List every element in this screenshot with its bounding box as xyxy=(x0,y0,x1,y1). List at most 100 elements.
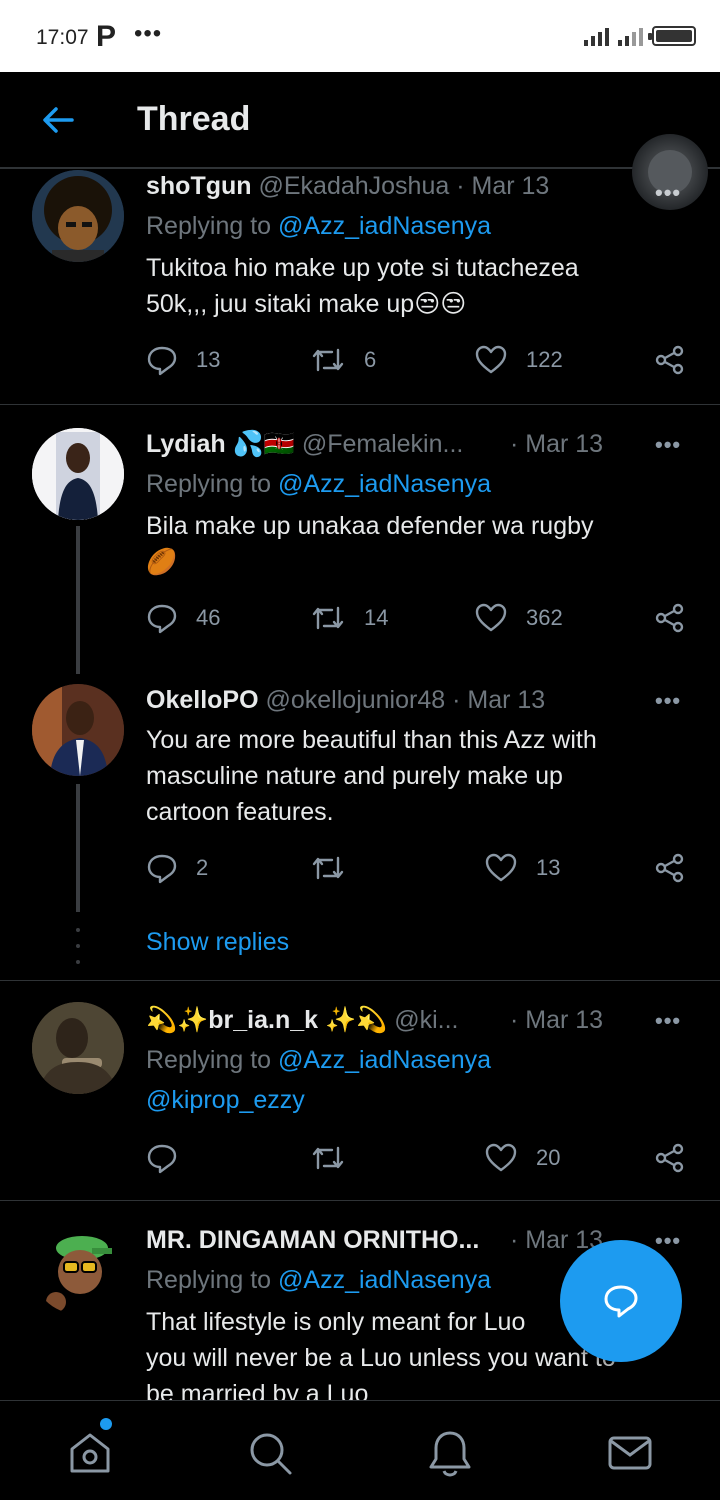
tweet-header: OkelloPO @okellojunior48 · Mar 13 xyxy=(146,686,545,715)
handle[interactable]: @ki... xyxy=(394,1006,458,1034)
share-button[interactable] xyxy=(654,344,686,376)
tweet-header: Lydiah 💦🇰🇪 @Femalekin... xyxy=(146,430,463,459)
retweet-icon xyxy=(312,856,344,880)
thread-connector xyxy=(76,784,80,912)
reply-to-link[interactable]: @Azz_iadNasenya xyxy=(278,1046,491,1074)
reply-to-link[interactable]: @Azz_iadNasenya xyxy=(278,470,491,498)
display-name[interactable]: OkelloPO xyxy=(146,686,259,714)
retweet-button[interactable]: 6 xyxy=(310,344,376,376)
reply-icon xyxy=(147,1144,177,1174)
like-button[interactable]: 362 xyxy=(474,602,563,634)
more-icon[interactable]: ••• xyxy=(655,688,681,714)
more-icon[interactable]: ••• xyxy=(655,432,681,458)
emoji: 😒😒 xyxy=(414,290,467,318)
retweet-button[interactable]: 14 xyxy=(310,602,388,634)
heart-icon xyxy=(485,1143,517,1172)
display-name[interactable]: MR. DINGAMAN ORNITHO... xyxy=(146,1226,479,1254)
avatar[interactable] xyxy=(32,170,124,262)
avatar[interactable] xyxy=(32,1002,124,1094)
messages-tab[interactable] xyxy=(606,1429,654,1477)
like-button[interactable]: 122 xyxy=(474,344,563,376)
share-button[interactable] xyxy=(654,602,686,634)
tweet-text-line: be married by a Luo xyxy=(146,1380,369,1400)
share-icon xyxy=(655,853,684,883)
reply-to-link[interactable]: @Azz_iadNasenya xyxy=(278,1266,491,1294)
like-count: 20 xyxy=(536,1145,561,1170)
reply-button[interactable]: 13 xyxy=(146,344,220,376)
display-name[interactable]: 💫✨br_ia.n_k ✨💫 xyxy=(146,1006,387,1034)
tweet-date[interactable]: · Mar 13 xyxy=(510,1006,603,1035)
show-replies-link[interactable]: Show replies xyxy=(146,928,289,957)
more-icon[interactable]: ••• xyxy=(655,1008,681,1034)
reply-button[interactable]: 2 xyxy=(146,852,208,884)
tweet-text-line: masculine nature and purely make up xyxy=(146,762,563,790)
tweet-text-line: Tukitoa hio make up yote si tutachezea xyxy=(146,254,579,282)
back-arrow-icon[interactable] xyxy=(38,100,78,140)
name-emoji: 💦🇰🇪 xyxy=(232,430,295,458)
heart-icon xyxy=(475,345,507,374)
reply-button[interactable] xyxy=(146,1142,196,1174)
avatar[interactable] xyxy=(32,428,124,520)
handle[interactable]: @EkadahJoshua xyxy=(258,172,449,200)
retweet-count: 14 xyxy=(364,605,389,630)
replying-to: Replying to @Azz_iadNasenya xyxy=(146,1046,491,1075)
search-tab[interactable] xyxy=(246,1429,294,1477)
replying-to: Replying to @Azz_iadNasenya xyxy=(146,470,491,499)
mention-link[interactable]: @kiprop_ezzy xyxy=(146,1086,305,1115)
status-time: 17:07 xyxy=(36,26,89,49)
avatar[interactable] xyxy=(32,684,124,776)
replying-to-label: Replying to xyxy=(146,1266,279,1294)
share-icon xyxy=(655,345,684,375)
replying-to-label: Replying to xyxy=(146,1046,279,1074)
handle[interactable]: @Femalekin... xyxy=(302,430,464,458)
tweet-text-line: You are more beautiful than this Azz wit… xyxy=(146,726,597,754)
reply-icon xyxy=(147,346,177,376)
like-button[interactable]: 20 xyxy=(484,1142,560,1174)
battery-icon xyxy=(648,26,696,46)
heart-icon xyxy=(485,853,517,882)
notifications-tab[interactable] xyxy=(426,1429,474,1477)
status-more-icon: ••• xyxy=(134,20,163,47)
display-name[interactable]: shoTgun xyxy=(146,172,252,200)
more-icon[interactable]: ••• xyxy=(655,1228,681,1254)
tweet-date[interactable]: · Mar 13 xyxy=(510,430,603,459)
home-icon xyxy=(70,1433,110,1473)
share-button[interactable] xyxy=(654,1142,686,1174)
share-icon xyxy=(655,603,684,633)
compose-reply-button[interactable] xyxy=(560,1240,682,1362)
tweet-date[interactable]: · Mar 13 xyxy=(452,686,545,714)
tweet-date[interactable]: · Mar 13 xyxy=(456,172,549,200)
reply-count: 13 xyxy=(196,347,221,372)
handle[interactable]: @okellojunior48 xyxy=(266,686,446,714)
like-count: 362 xyxy=(526,605,563,630)
new-content-dot xyxy=(100,1418,112,1430)
reply-icon xyxy=(147,854,177,884)
home-tab[interactable] xyxy=(66,1429,114,1477)
thread-connector xyxy=(76,526,80,674)
bell-icon xyxy=(429,1431,471,1477)
retweet-button[interactable] xyxy=(310,1142,364,1174)
search-icon xyxy=(250,1433,292,1475)
replying-to: Replying to @Azz_iadNasenya xyxy=(146,1266,491,1295)
reply-icon xyxy=(147,604,177,634)
avatar[interactable] xyxy=(32,1222,124,1314)
share-button[interactable] xyxy=(654,852,686,884)
tweet-text: Bila make up unakaa defender wa rugby 🏉 xyxy=(146,508,686,580)
signal-icon-2 xyxy=(618,28,648,46)
more-icon[interactable]: ••• xyxy=(655,180,681,206)
thread-more-dots xyxy=(76,928,80,964)
tweet-actions: 13 6 122 xyxy=(146,344,706,384)
display-name[interactable]: Lydiah xyxy=(146,430,226,458)
tweet-text: Tukitoa hio make up yote si tutachezea 5… xyxy=(146,250,686,322)
share-icon xyxy=(655,1143,684,1173)
reply-to-link[interactable]: @Azz_iadNasenya xyxy=(278,212,491,240)
tweet-header: shoTgun @EkadahJoshua · Mar 13 xyxy=(146,172,549,201)
tweet-text: You are more beautiful than this Azz wit… xyxy=(146,722,686,830)
reply-button[interactable]: 46 xyxy=(146,602,220,634)
retweet-icon xyxy=(312,348,344,372)
retweet-button[interactable] xyxy=(310,852,364,884)
like-button[interactable]: 13 xyxy=(484,852,560,884)
replying-to-label: Replying to xyxy=(146,212,279,240)
tweet-actions: 20 xyxy=(146,1142,706,1182)
retweet-icon xyxy=(312,1146,344,1170)
